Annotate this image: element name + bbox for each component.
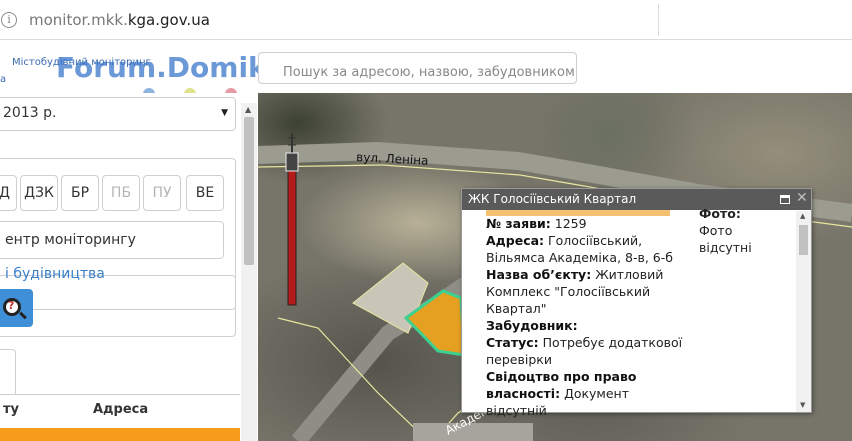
popup-scrollbar[interactable]: ▲ ▼ [796, 211, 811, 412]
tab-divider [0, 394, 240, 395]
info-icon[interactable]: i [1, 12, 17, 28]
url-bar-divider [658, 4, 659, 36]
field-application-number: № заяви: 1259 [486, 216, 587, 231]
year-select-value: 2013 р. [3, 105, 57, 121]
scrollbar-thumb[interactable] [244, 117, 254, 265]
object-info-popup: ЖК Голосіївський Квартал ✕ № заяви: 1259… [461, 188, 812, 418]
query-search-button[interactable]: ? [0, 289, 33, 327]
filter-button-ve[interactable]: ВЕ [186, 175, 224, 211]
scroll-up-icon[interactable]: ▲ [800, 212, 805, 220]
field-object-name: Назва об’єкту: Житловий Комплекс "Голосі… [486, 267, 664, 316]
browser-url-bar[interactable]: i monitor.mkk.kga.gov.ua [0, 0, 852, 40]
construction-link[interactable]: і будівництва [5, 266, 105, 282]
url-text[interactable]: monitor.mkk.kga.gov.ua [29, 11, 210, 29]
popup-photo: Фото: Фото відсутні [699, 205, 769, 256]
query-box [0, 275, 236, 337]
building-roof [413, 423, 533, 441]
filter-button-pu[interactable]: ПУ [143, 175, 181, 211]
left-panel: 2013 р. ▼ Д ДЗК БР ПБ ПУ ВЕ ентр монітор… [0, 93, 258, 441]
search-input[interactable] [258, 52, 577, 84]
scroll-down-icon[interactable]: ▼ [800, 401, 805, 409]
field-status: Статус: Потребує додаткової перевірки [486, 335, 683, 367]
dropdown-arrow-icon: ▼ [221, 108, 228, 118]
field-address: Адреса: Голосіївський, Вільямса Академік… [486, 233, 673, 265]
monitoring-center-button[interactable]: ентр моніторингу [0, 221, 224, 259]
zoom-slider-fill [287, 170, 297, 306]
photo-value: Фото відсутні [699, 223, 752, 255]
zoom-slider-handle[interactable] [285, 152, 299, 172]
popup-details: № заяви: 1259 Адреса: Голосіївський, Віл… [486, 215, 686, 419]
year-select[interactable]: 2013 р. ▼ [0, 97, 236, 131]
magnifier-handle [19, 311, 27, 320]
filter-button-pb[interactable]: ПБ [102, 175, 140, 211]
table-row-selected[interactable] [0, 428, 240, 441]
table-header-type: ту [3, 402, 20, 417]
table-header-address: Адреса [93, 402, 149, 417]
panel-scrollbar[interactable]: ▲ [241, 103, 257, 441]
panel-tab[interactable] [0, 349, 16, 395]
popup-scrollbar-thumb[interactable] [799, 225, 808, 255]
maximize-icon[interactable] [780, 195, 790, 204]
url-prefix: monitor.mkk. [29, 11, 128, 29]
close-icon[interactable]: ✕ [796, 190, 808, 206]
filter-button-dzk[interactable]: ДЗК [20, 175, 58, 211]
filter-button-d[interactable]: Д [0, 175, 17, 211]
filter-button-br[interactable]: БР [61, 175, 99, 211]
field-developer: Забудовник: [486, 318, 578, 333]
scroll-up-icon[interactable]: ▲ [245, 105, 251, 114]
field-ownership-certificate: Свідоцтво про право власності: Документ … [486, 369, 637, 418]
photo-label: Фото: [699, 206, 741, 221]
url-domain: kga.gov.ua [127, 11, 210, 29]
brand-subtitle: а [0, 74, 7, 85]
